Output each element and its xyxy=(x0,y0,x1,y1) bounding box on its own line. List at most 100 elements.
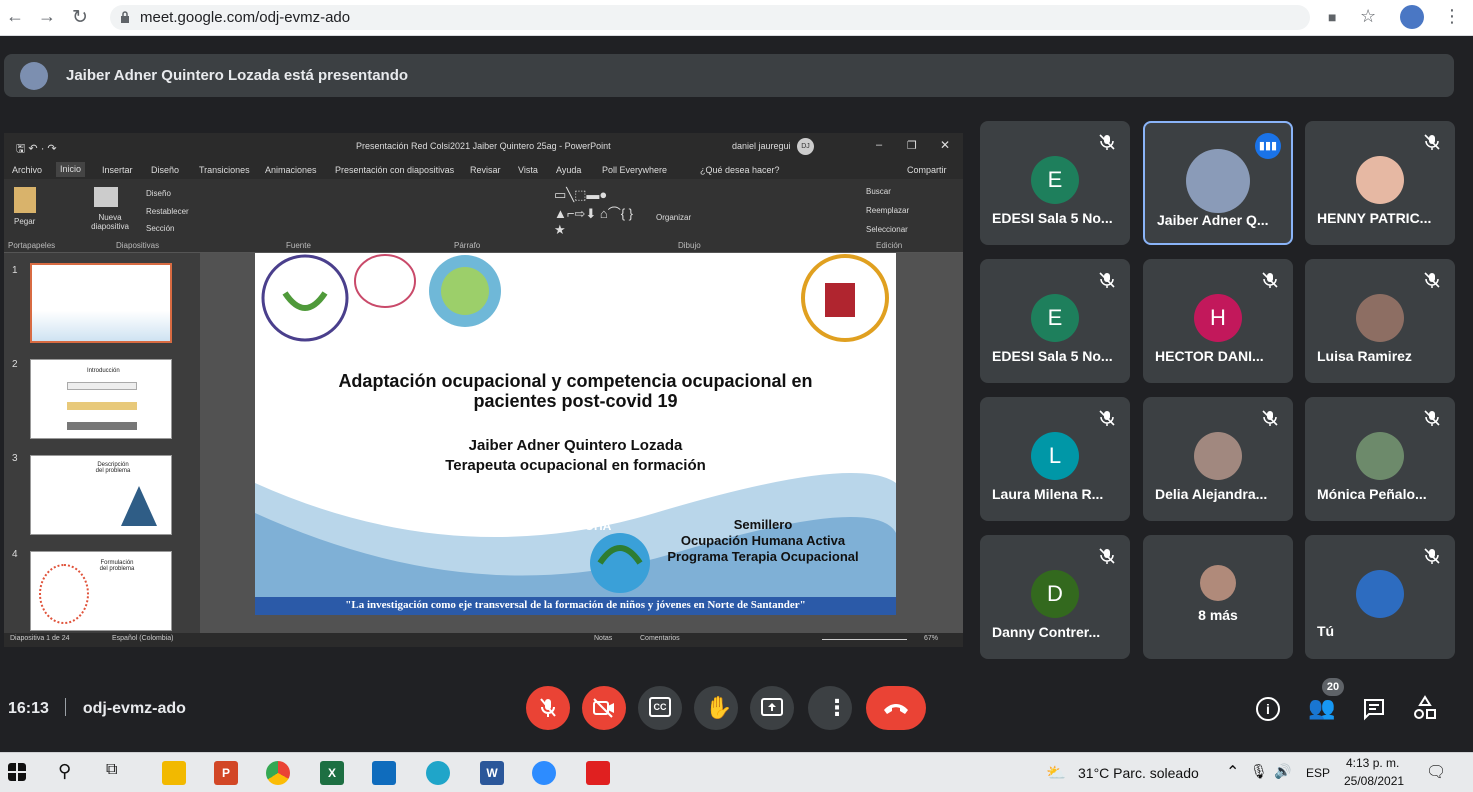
slide-footer: "La investigación como eje transversal d… xyxy=(345,599,806,611)
slide-thumbnail-4: Formulación del problema xyxy=(30,551,172,631)
participant-tile[interactable]: E EDESI Sala 5 No... xyxy=(980,259,1130,383)
reload-icon[interactable]: ↻ xyxy=(72,6,88,29)
file-explorer-icon[interactable] xyxy=(162,761,186,785)
activities-icon[interactable] xyxy=(1412,695,1438,721)
participant-tile[interactable]: ▮▮▮ Jaiber Adner Q... xyxy=(1143,121,1293,245)
acrobat-icon[interactable] xyxy=(586,761,610,785)
captions-icon: CC xyxy=(649,697,671,717)
clock-time[interactable]: 4:13 p. m. xyxy=(1346,756,1399,770)
slide-thumbnail-2: Introducción xyxy=(30,359,172,439)
slide-logo-text: Semillero OHA xyxy=(570,505,626,533)
mic-muted-icon xyxy=(1262,410,1278,426)
clock-date[interactable]: 25/08/2021 xyxy=(1344,774,1404,788)
participant-tile[interactable]: Mónica Peñalo... xyxy=(1305,397,1455,521)
people-icon[interactable]: 👥 xyxy=(1308,695,1335,721)
participant-photo xyxy=(1200,565,1236,601)
presenting-banner: Jaiber Adner Quintero Lozada está presen… xyxy=(4,54,1454,97)
ppt-tabs: Archivo Inicio Insertar Diseño Transicio… xyxy=(4,159,963,179)
participant-initial-avatar: E xyxy=(1031,156,1079,204)
participant-photo xyxy=(1356,570,1404,618)
notifications-icon[interactable]: 🗨 xyxy=(1426,762,1446,782)
thumb-box xyxy=(67,402,137,410)
participant-initial-avatar: H xyxy=(1194,294,1242,342)
participant-tile[interactable]: L Laura Milena R... xyxy=(980,397,1130,521)
ppt-tab: Revisar xyxy=(470,165,501,175)
ppt-tab: Presentación con diapositivas xyxy=(335,165,455,175)
profile-avatar[interactable] xyxy=(1400,5,1424,29)
participant-tile[interactable]: HENNY PATRIC... xyxy=(1305,121,1455,245)
meeting-time: 16:13 xyxy=(8,700,49,717)
meeting-info: 16:13 odj-evmz-ado xyxy=(8,698,186,718)
zoom-icon[interactable] xyxy=(532,761,556,785)
search-icon[interactable]: ⚲ xyxy=(58,761,71,782)
windows-start-icon[interactable] xyxy=(8,763,26,781)
participant-tile[interactable]: 8 más xyxy=(1143,535,1293,659)
mic-off-button[interactable] xyxy=(526,686,570,730)
edge-icon[interactable] xyxy=(426,761,450,785)
camera-off-button[interactable] xyxy=(582,686,626,730)
thumb-title: Introducción xyxy=(87,368,120,374)
thumb-box xyxy=(67,382,137,390)
ribbon-cmd: Seleccionar xyxy=(866,225,908,234)
input-language[interactable]: ESP xyxy=(1306,766,1330,780)
task-view-icon[interactable]: ⧉ xyxy=(106,761,117,779)
ppt-tab: Transiciones xyxy=(199,165,250,175)
tray-chevron-icon[interactable]: ⌃ xyxy=(1226,762,1239,782)
participant-tile[interactable]: D Danny Contrer... xyxy=(980,535,1130,659)
address-bar[interactable]: meet.google.com/odj-evmz-ado xyxy=(110,5,1310,30)
participant-name: Tú xyxy=(1317,623,1335,639)
mic-muted-icon xyxy=(1099,134,1115,150)
participant-photo xyxy=(1356,156,1404,204)
slide-editor: Adaptación ocupacional y competencia ocu… xyxy=(200,253,963,633)
present-button[interactable] xyxy=(750,686,794,730)
lock-icon xyxy=(121,11,129,23)
camera-indicator-icon[interactable]: ■ xyxy=(1328,9,1336,25)
menu-kebab-icon[interactable]: ⋮ xyxy=(1443,6,1461,27)
ppt-titlebar: 🖫 ↶ · ↷ Presentación Red Colsi2021 Jaibe… xyxy=(4,133,963,159)
divider xyxy=(65,698,67,716)
presenting-text: Jaiber Adner Quintero Lozada está presen… xyxy=(66,67,409,84)
mic-muted-icon xyxy=(1424,134,1440,150)
participant-tile[interactable]: E EDESI Sala 5 No... xyxy=(980,121,1130,245)
forward-icon[interactable]: → xyxy=(38,6,56,27)
word-icon[interactable]: W xyxy=(480,761,504,785)
participant-tile[interactable]: Delia Alejandra... xyxy=(1143,397,1293,521)
ribbon-group-label: Diapositivas xyxy=(116,241,160,250)
powerpoint-icon[interactable]: P xyxy=(214,761,238,785)
weather-text[interactable]: 31°C Parc. soleado xyxy=(1078,765,1199,781)
volume-icon[interactable]: 🔊 xyxy=(1274,763,1291,780)
ppt-user-initials: DJ xyxy=(797,138,814,155)
more-options-button[interactable]: ⋮ xyxy=(808,686,852,730)
chrome-icon[interactable] xyxy=(266,761,290,785)
participant-name: Laura Milena R... xyxy=(992,486,1104,502)
thumb-graphic xyxy=(39,564,89,624)
info-icon[interactable]: i xyxy=(1256,697,1280,721)
ppt-tab: Poll Everywhere xyxy=(602,165,668,175)
new-slide-icon xyxy=(94,187,118,207)
mail-icon[interactable] xyxy=(372,761,396,785)
participant-name: Luisa Ramirez xyxy=(1317,348,1412,364)
participant-photo xyxy=(1186,149,1250,213)
back-icon[interactable]: ← xyxy=(6,6,24,27)
chat-icon[interactable] xyxy=(1362,697,1386,721)
thumb-number: 1 xyxy=(12,265,18,276)
participant-tile[interactable]: Tú xyxy=(1305,535,1455,659)
more-vert-icon: ⋮ xyxy=(826,695,848,720)
presenter-avatar xyxy=(20,62,48,90)
participant-initial-avatar: E xyxy=(1031,294,1079,342)
mic-off-icon xyxy=(540,698,556,717)
weather-icon: ⛅ xyxy=(1046,765,1066,782)
mic-tray-icon[interactable]: 🎙 xyxy=(1250,763,1268,780)
excel-icon[interactable]: X xyxy=(320,761,344,785)
thumb-pyramid xyxy=(121,486,157,526)
bookmark-star-icon[interactable]: ☆ xyxy=(1360,6,1376,27)
participant-initial-avatar: D xyxy=(1031,570,1079,618)
leave-call-button[interactable] xyxy=(866,686,926,730)
participant-tile[interactable]: Luisa Ramirez xyxy=(1305,259,1455,383)
participant-tile[interactable]: H HECTOR DANI... xyxy=(1143,259,1293,383)
raise-hand-button[interactable]: ✋ xyxy=(694,686,738,730)
slide-title-line1: Adaptación ocupacional y competencia ocu… xyxy=(338,371,813,391)
slide-group-line2: Ocupación Humana Activa xyxy=(680,533,846,548)
captions-button[interactable]: CC xyxy=(638,686,682,730)
restore-icon: ❐ xyxy=(907,140,917,152)
